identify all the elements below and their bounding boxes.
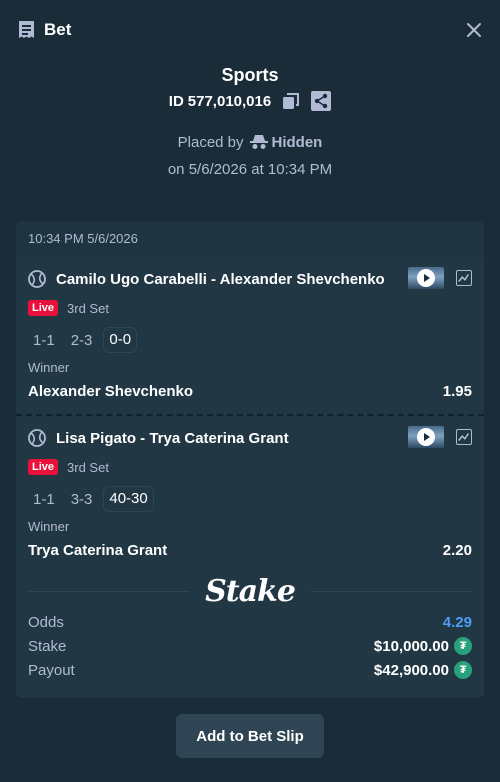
stats-chart-icon[interactable] bbox=[456, 429, 472, 445]
current-game-score: 0-0 bbox=[103, 327, 138, 353]
selection-name: Alexander Shevchenko bbox=[28, 383, 194, 400]
stake-amount: $10,000.00 ₮ bbox=[374, 637, 472, 655]
set-score: 1-1 bbox=[33, 331, 55, 349]
score-row: 1-1 2-3 0-0 bbox=[28, 327, 143, 353]
tennis-ball-icon bbox=[28, 429, 46, 447]
bet-card: 10:34 PM 5/6/2026 Camilo Ugo Carabelli -… bbox=[16, 221, 484, 698]
placed-by-label: Placed by bbox=[177, 133, 244, 151]
copy-icon[interactable] bbox=[281, 91, 301, 111]
selection-row: Trya Caterina Grant 2.20 bbox=[28, 542, 472, 559]
payout-amount: $42,900.00 ₮ bbox=[374, 661, 472, 679]
placed-date: on 5/6/2026 at 10:34 PM bbox=[167, 161, 333, 178]
close-icon[interactable] bbox=[466, 22, 482, 38]
bet-leg: Lisa Pigato - Trya Caterina Grant Live 3… bbox=[16, 416, 484, 574]
play-icon bbox=[417, 428, 435, 446]
market-label: Winner bbox=[28, 360, 70, 375]
set-score: 2-3 bbox=[70, 331, 93, 349]
tennis-ball-icon bbox=[28, 270, 46, 288]
live-stream-thumbnail[interactable] bbox=[408, 426, 444, 448]
payout-value: $42,900.00 bbox=[373, 661, 449, 679]
odds-label: Odds bbox=[28, 613, 64, 631]
stake-summary-row: Stake $10,000.00 ₮ bbox=[28, 635, 472, 657]
placed-by-user: Hidden bbox=[271, 133, 323, 151]
stats-chart-icon[interactable] bbox=[456, 270, 472, 286]
logo-divider: Stake bbox=[16, 573, 484, 609]
selection-odds: 1.95 bbox=[442, 383, 472, 400]
match-name: Lisa Pigato - Trya Caterina Grant bbox=[56, 429, 289, 447]
match-row[interactable]: Lisa Pigato - Trya Caterina Grant bbox=[28, 426, 289, 450]
bet-id-prefix: ID bbox=[168, 92, 184, 110]
play-icon bbox=[417, 269, 435, 287]
sport-title: Sports bbox=[221, 65, 279, 85]
set-score: 1-1 bbox=[33, 490, 55, 508]
market-label: Winner bbox=[28, 519, 70, 534]
stake-value: $10,000.00 bbox=[373, 637, 449, 655]
set-score: 3-3 bbox=[70, 490, 93, 508]
score-row: 1-1 3-3 40-30 bbox=[28, 486, 160, 512]
bet-timestamp: 10:34 PM 5/6/2026 bbox=[16, 221, 484, 257]
tether-icon: ₮ bbox=[454, 661, 472, 679]
bet-id-value: 577,010,016 bbox=[187, 92, 272, 110]
stake-logo: Stake bbox=[205, 573, 296, 609]
set-label: 3rd Set bbox=[67, 459, 109, 475]
match-name: Camilo Ugo Carabelli - Alexander Shevche… bbox=[56, 270, 385, 288]
set-label: 3rd Set bbox=[67, 300, 109, 316]
placed-by-row: Placed by Hidden bbox=[0, 131, 500, 153]
add-to-bet-slip-button[interactable]: Add to Bet Slip bbox=[176, 714, 324, 758]
total-odds: 4.29 bbox=[442, 613, 472, 631]
incognito-icon bbox=[249, 135, 268, 149]
selection-row: Alexander Shevchenko 1.95 bbox=[28, 383, 472, 400]
payout-summary-row: Payout $42,900.00 ₮ bbox=[28, 659, 472, 681]
payout-label: Payout bbox=[28, 661, 75, 679]
stake-label: Stake bbox=[28, 637, 67, 655]
live-badge: Live bbox=[28, 300, 59, 316]
current-game-score: 40-30 bbox=[103, 486, 154, 512]
live-stream-thumbnail[interactable] bbox=[408, 267, 444, 289]
modal-header: Bet bbox=[0, 0, 500, 60]
modal-title: Bet bbox=[44, 20, 72, 39]
bet-leg: Camilo Ugo Carabelli - Alexander Shevche… bbox=[16, 257, 484, 415]
live-status-row: Live 3rd Set bbox=[28, 299, 109, 317]
odds-summary-row: Odds 4.29 bbox=[28, 611, 472, 633]
match-row[interactable]: Camilo Ugo Carabelli - Alexander Shevche… bbox=[28, 267, 385, 291]
live-status-row: Live 3rd Set bbox=[28, 458, 109, 476]
live-badge: Live bbox=[28, 459, 59, 475]
share-icon[interactable] bbox=[311, 91, 332, 111]
selection-name: Trya Caterina Grant bbox=[28, 542, 168, 559]
selection-odds: 2.20 bbox=[442, 542, 472, 559]
tether-icon: ₮ bbox=[454, 637, 472, 655]
bet-ticket-icon bbox=[19, 21, 34, 38]
bet-id-row: ID 577,010,016 bbox=[0, 90, 500, 112]
